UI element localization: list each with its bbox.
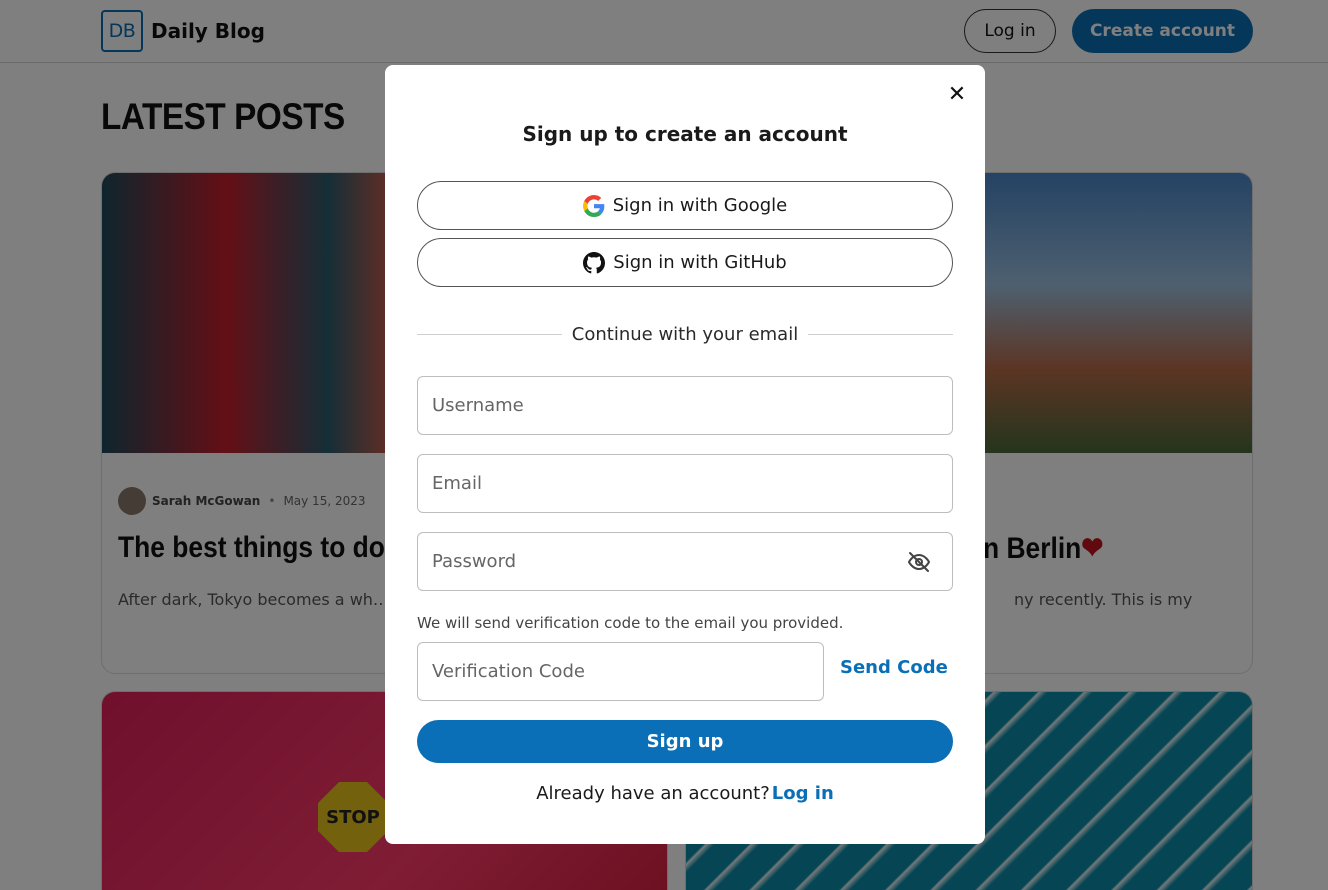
username-input[interactable] [418, 377, 952, 434]
send-code-button[interactable]: Send Code [840, 657, 948, 678]
verification-hint: We will send verification code to the em… [417, 614, 844, 632]
email-field-wrapper [417, 454, 953, 513]
github-icon [583, 251, 606, 273]
username-field-wrapper [417, 376, 953, 435]
github-signin-button[interactable]: Sign in with GitHub [417, 238, 953, 287]
password-input[interactable] [418, 533, 952, 590]
github-signin-label: Sign in with GitHub [613, 252, 787, 273]
login-link[interactable]: Log in [772, 783, 834, 804]
verification-field-wrapper [417, 642, 824, 701]
verification-code-input[interactable] [418, 643, 823, 700]
divider-line [417, 334, 562, 335]
divider-text: Continue with your email [571, 324, 799, 345]
password-field-wrapper [417, 532, 953, 591]
modal-title: Sign up to create an account [522, 122, 848, 146]
signup-button[interactable]: Sign up [417, 720, 953, 763]
divider-line [808, 334, 953, 335]
login-prompt: Already have an account? Log in [385, 783, 985, 804]
google-icon [582, 194, 605, 217]
email-input[interactable] [418, 455, 952, 512]
login-prompt-text: Already have an account? [536, 783, 770, 804]
google-signin-label: Sign in with Google [612, 195, 788, 216]
email-divider: Continue with your email [417, 324, 953, 345]
google-signin-button[interactable]: Sign in with Google [417, 181, 953, 230]
eye-off-icon[interactable] [906, 550, 932, 576]
signup-modal: ✕ Sign up to create an account Sign in w… [385, 65, 985, 844]
close-icon[interactable]: ✕ [944, 81, 970, 107]
